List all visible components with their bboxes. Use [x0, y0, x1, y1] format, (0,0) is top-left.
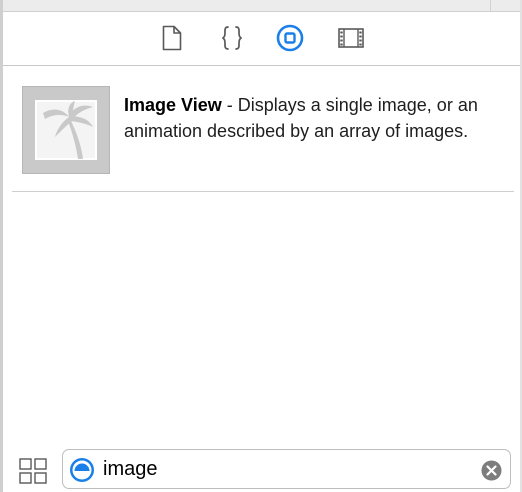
library-tab-bar — [3, 12, 520, 66]
braces-icon — [222, 26, 242, 50]
tab-media-library[interactable] — [337, 24, 365, 52]
document-icon — [162, 25, 182, 51]
library-filter-bar — [3, 440, 520, 492]
item-title: Image View — [124, 95, 222, 115]
clear-icon[interactable] — [481, 460, 502, 481]
image-view-description: Image View - Displays a single image, or… — [124, 92, 494, 144]
library-filter-field[interactable] — [62, 449, 511, 489]
tab-code-snippet-library[interactable] — [218, 24, 246, 52]
grid-icon — [19, 458, 47, 484]
inspector-header-strip — [0, 0, 522, 12]
panel-left-border — [0, 0, 3, 492]
film-icon — [338, 28, 364, 48]
item-separator-line — [12, 191, 514, 192]
tab-object-library[interactable] — [276, 24, 304, 52]
tab-file-template-library[interactable] — [158, 24, 186, 52]
library-item-image-view[interactable]: Image View - Displays a single image, or… — [12, 72, 514, 190]
object-filter-icon[interactable] — [69, 457, 95, 483]
object-icon — [276, 24, 304, 52]
palm-tree-image-icon — [35, 100, 97, 160]
item-separator: - — [221, 95, 238, 115]
grid-view-toggle[interactable] — [19, 458, 47, 484]
library-search-input[interactable] — [103, 455, 463, 483]
image-view-thumbnail — [22, 86, 110, 174]
